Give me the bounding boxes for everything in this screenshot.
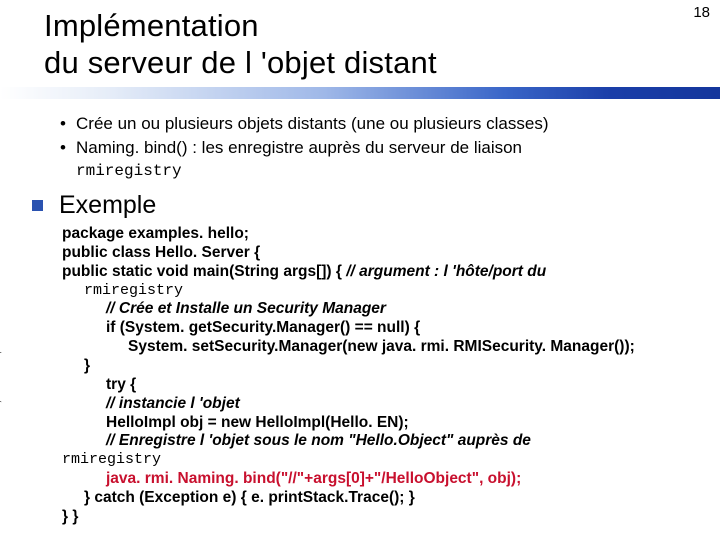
bullet-2-tail: les enregistre auprès du serveur de liai… (202, 138, 522, 157)
bullet-dot-icon: • (60, 113, 76, 135)
title-line-2: du serveur de l 'objet distant (44, 45, 437, 80)
footer-credit: RMI - H. Bourzoufi, D. Donsez, 1998-2003 (0, 303, 2, 480)
code-line: } catch (Exception e) { e. printStack.Tr… (62, 489, 696, 508)
code-line: if (System. getSecurity.Manager() == nul… (62, 319, 696, 338)
code-line: rmiregistry (62, 282, 696, 300)
gradient-band (0, 87, 720, 99)
code-comment: // instancie l 'objet (62, 395, 696, 414)
list-item: • Crée un ou plusieurs objets distants (… (60, 113, 696, 135)
code-line: HelloImpl obj = new HelloImpl(Hello. EN)… (62, 414, 696, 433)
code-comment: // Enregistre l 'objet sous le nom "Hell… (62, 432, 696, 451)
title-line-1: Implémentation (44, 8, 259, 43)
code-line: rmiregistry (62, 451, 696, 469)
code-line: System. setSecurity.Manager(new java. rm… (62, 338, 696, 357)
bullet-rmiregistry: rmiregistry (76, 161, 696, 181)
code-line: } } (62, 508, 78, 525)
section-header: Exemple (32, 189, 696, 221)
bullet-1-tail: (une ou plusieurs classes) (351, 114, 548, 133)
square-bullet-icon (32, 200, 43, 211)
code-comment: // argument : l 'hôte/port du (346, 263, 546, 280)
section-title: Exemple (59, 189, 156, 221)
bullet-2-head: Naming. bind() : (76, 138, 202, 157)
code-line-highlight: java. rmi. Naming. bind("//"+args[0]+"/H… (62, 470, 696, 489)
code-line: public static void main(String args[]) { (62, 263, 346, 280)
code-block: package examples. hello; public class He… (60, 225, 696, 526)
bullet-1-head: Crée un ou plusieurs objets distants (76, 114, 351, 133)
slide-title: Implémentation du serveur de l 'objet di… (0, 0, 720, 81)
code-line: } (62, 357, 696, 376)
code-line: package examples. hello; (62, 225, 249, 242)
page-number: 18 (693, 4, 710, 21)
bullet-dot-icon: • (60, 137, 76, 159)
list-item: • Naming. bind() : les enregistre auprès… (60, 137, 696, 159)
code-line: try { (62, 376, 696, 395)
code-line: public class Hello. Server { (62, 244, 260, 261)
code-comment: // Crée et Installe un Security Manager (62, 300, 696, 319)
bullet-list: • Crée un ou plusieurs objets distants (… (60, 113, 696, 181)
